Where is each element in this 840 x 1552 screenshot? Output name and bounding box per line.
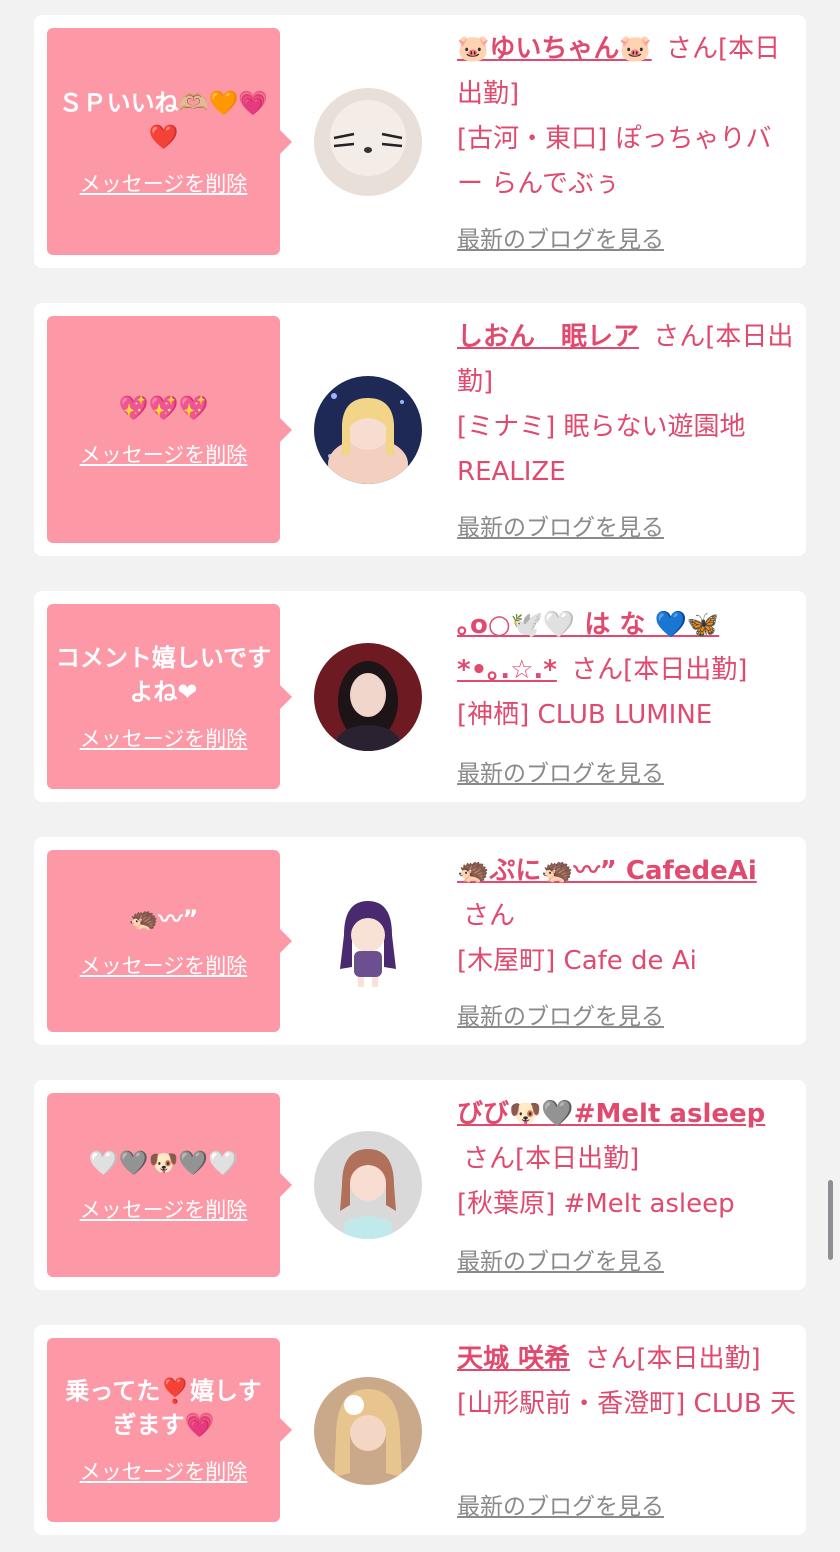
- message-bubble: コメント嬉しいですよね❤ メッセージを削除: [47, 604, 292, 789]
- delete-message-link[interactable]: メッセージを削除: [80, 1456, 248, 1486]
- delete-message-link[interactable]: メッセージを削除: [80, 723, 248, 753]
- sender-status: さん: [463, 901, 516, 931]
- avatar[interactable]: [314, 88, 422, 196]
- message-text: 🤍🩶🐶🩶🤍: [88, 1149, 239, 1177]
- shop-name: [ミナミ] 眠らない遊園地REALIZE: [457, 412, 746, 487]
- message-card: コメント嬉しいですよね❤ メッセージを削除 ｡o○🕊️🤍 は な 💙🦋*•｡.☆…: [34, 591, 806, 802]
- message-bubble: 🦔〰” メッセージを削除: [47, 850, 292, 1032]
- message-card: 🦔〰” メッセージを削除 🦔ぷに🦔〰” CafedeAi さん [木屋町] Ca…: [34, 837, 806, 1045]
- message-bubble: 🤍🩶🐶🩶🤍 メッセージを削除: [47, 1093, 292, 1277]
- message-text: 🦔〰”: [128, 905, 199, 933]
- shop-name: [木屋町] Cafe de Ai: [457, 946, 697, 976]
- avatar[interactable]: [314, 1377, 422, 1485]
- shop-name: [秋葉原] #Melt asleep: [457, 1189, 735, 1219]
- blog-link[interactable]: 最新のブログを見る: [457, 220, 664, 254]
- message-card: 🤍🩶🐶🩶🤍 メッセージを削除 びび🐶🩶#Melt asleep さん[本日出勤]…: [34, 1080, 806, 1290]
- sender-info: しおん 眠レア さん[本日出勤] [ミナミ] 眠らない遊園地REALIZE: [457, 315, 797, 495]
- message-text: 💖💖💖: [118, 393, 209, 422]
- delete-message-link[interactable]: メッセージを削除: [80, 168, 248, 198]
- sender-info: 天城 咲希 さん[本日出勤] [山形駅前・香澄町] CLUB 天: [457, 1337, 797, 1427]
- sender-status: さん[本日出勤]: [571, 655, 748, 685]
- delete-message-link[interactable]: メッセージを削除: [80, 439, 248, 469]
- message-bubble: 💖💖💖 メッセージを削除: [47, 316, 292, 543]
- message-text: コメント嬉しいですよね❤: [55, 643, 272, 706]
- delete-message-link[interactable]: メッセージを削除: [80, 950, 248, 980]
- sender-name-link[interactable]: びび🐶🩶#Melt asleep: [457, 1099, 765, 1129]
- sender-name-link[interactable]: 🐷ゆいちゃん🐷: [457, 34, 652, 64]
- message-bubble: 乗ってた❣️嬉しすぎます💗 メッセージを削除: [47, 1338, 292, 1522]
- sender-status: さん[本日出勤]: [584, 1344, 761, 1374]
- message-text: ＳＰいいね🫶🏼🧡💗❤️: [58, 88, 269, 151]
- message-card: 💖💖💖 メッセージを削除 しおん 眠レア さん[本日出勤] [ミナミ] 眠らない…: [34, 303, 806, 556]
- blog-link[interactable]: 最新のブログを見る: [457, 1487, 664, 1521]
- sender-info: 🦔ぷに🦔〰” CafedeAi さん [木屋町] Cafe de Ai: [457, 849, 797, 984]
- sender-info: 🐷ゆいちゃん🐷 さん[本日出勤] [古河・東口] ぽっちゃりバー らんでぶぅ: [457, 27, 797, 207]
- blog-link[interactable]: 最新のブログを見る: [457, 508, 664, 542]
- shop-name: [山形駅前・香澄町] CLUB 天: [457, 1389, 797, 1419]
- sender-name-link[interactable]: しおん 眠レア: [457, 322, 639, 352]
- sender-name-link[interactable]: 天城 咲希: [457, 1344, 570, 1374]
- message-text: 乗ってた❣️嬉しすぎます💗: [65, 1377, 262, 1439]
- avatar[interactable]: [314, 643, 422, 751]
- message-card: ＳＰいいね🫶🏼🧡💗❤️ メッセージを削除 🐷ゆいちゃん🐷 さん[本日出勤] [古…: [34, 15, 806, 268]
- sender-info: ｡o○🕊️🤍 は な 💙🦋*•｡.☆.* さん[本日出勤] [神栖] CLUB …: [457, 603, 797, 738]
- shop-name: [神栖] CLUB LUMINE: [457, 700, 713, 730]
- avatar[interactable]: [314, 376, 422, 484]
- avatar[interactable]: [314, 1131, 422, 1239]
- blog-link[interactable]: 最新のブログを見る: [457, 997, 664, 1031]
- blog-link[interactable]: 最新のブログを見る: [457, 754, 664, 788]
- avatar[interactable]: [314, 887, 422, 995]
- scrollbar[interactable]: [828, 1180, 833, 1260]
- sender-status: さん[本日出勤]: [463, 1144, 640, 1174]
- shop-name: [古河・東口] ぽっちゃりバー らんでぶぅ: [457, 124, 772, 199]
- sender-name-link[interactable]: 🦔ぷに🦔〰” CafedeAi: [457, 856, 757, 886]
- sender-info: びび🐶🩶#Melt asleep さん[本日出勤] [秋葉原] #Melt as…: [457, 1092, 797, 1227]
- blog-link[interactable]: 最新のブログを見る: [457, 1242, 664, 1276]
- message-card: 乗ってた❣️嬉しすぎます💗 メッセージを削除 天城 咲希 さん[本日出勤] [山…: [34, 1325, 806, 1535]
- delete-message-link[interactable]: メッセージを削除: [80, 1194, 248, 1224]
- message-bubble: ＳＰいいね🫶🏼🧡💗❤️ メッセージを削除: [47, 28, 292, 255]
